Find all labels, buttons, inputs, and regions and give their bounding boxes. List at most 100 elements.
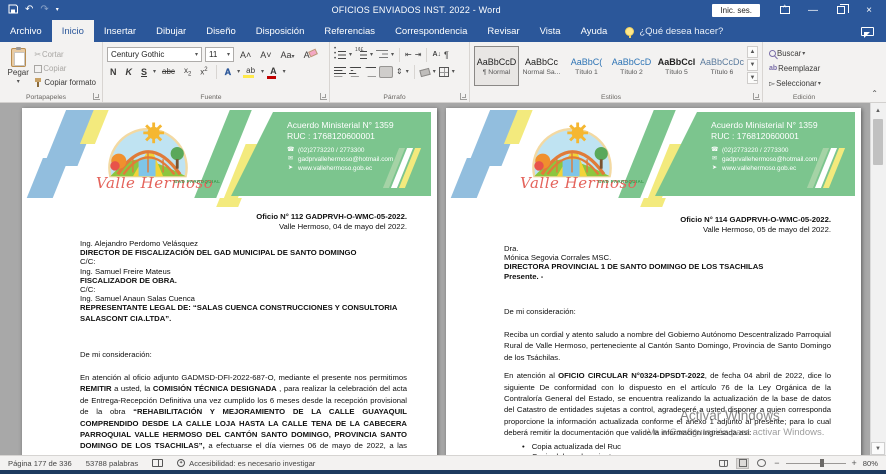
tab-vista[interactable]: Vista [530,20,571,42]
font-dialog-launcher-icon[interactable] [320,93,327,100]
word-count[interactable]: 53788 palabras [86,459,138,468]
proofing-icon[interactable] [152,459,163,467]
replace-button[interactable]: ab Reemplazar [767,62,851,75]
status-bar: Página 177 de 336 53788 palabras ✦ Acces… [0,455,886,470]
ribbon-display-options-icon[interactable] [772,1,798,19]
collapse-ribbon-icon[interactable]: ⌃ [871,89,878,98]
oficio-number: Oficio N° 112 GADPRVH-O-WMC-05-2022. [256,212,407,221]
save-icon[interactable] [8,4,18,17]
sort-icon[interactable]: A↓ [432,51,441,58]
paste-caret-icon[interactable]: ▾ [17,78,20,85]
find-button[interactable]: Buscar▾ [767,47,851,60]
styles-scroll-up-icon[interactable]: ▲ [747,46,758,58]
tab-diseno[interactable]: Diseño [196,20,246,42]
tab-archivo[interactable]: Archivo [0,20,52,42]
zoom-slider-thumb[interactable] [820,459,824,467]
tab-inicio[interactable]: Inicio [52,20,94,42]
superscript-button[interactable]: x2 [197,66,210,78]
zoom-out-icon[interactable]: − [774,458,779,468]
style-normal[interactable]: AaBbCcD ¶ Normal [474,46,519,86]
document-canvas[interactable]: Acuerdo Ministerial N° 1359 RUC : 176812… [0,103,886,455]
line-spacing-icon[interactable]: ⇕ [396,67,403,76]
styles-dialog-launcher-icon[interactable] [753,93,760,100]
styles-scroll-down-icon[interactable]: ▼ [747,59,758,71]
tab-referencias[interactable]: Referencias [314,20,385,42]
format-painter-button[interactable]: Copiar formato [32,76,98,89]
select-button[interactable]: ▻ Seleccionar▾ [767,77,851,90]
borders-icon[interactable] [439,67,449,77]
read-mode-icon[interactable] [717,458,730,469]
scrollbar-thumb[interactable] [873,119,883,165]
subscript-button[interactable]: x2 [181,65,194,79]
font-family-combo[interactable]: Century Gothic▾ [107,47,202,62]
justify-icon[interactable] [379,66,393,78]
tab-dibujar[interactable]: Dibujar [146,20,196,42]
change-case-button[interactable]: Aa▾ [278,49,298,61]
highlight-color-button[interactable]: ab [243,65,258,78]
decrease-indent-icon[interactable]: ⇤ [405,50,412,59]
copy-button[interactable]: Copiar [32,62,98,75]
print-layout-icon[interactable] [736,458,749,469]
style-titulo-2[interactable]: AaBbCcD Título 2 [609,46,654,86]
restore-button[interactable] [828,1,854,19]
style-titulo-5[interactable]: AaBbCcl Título 5 [654,46,699,86]
zoom-slider[interactable] [786,463,846,464]
close-button[interactable]: × [856,1,882,19]
tab-correspondencia[interactable]: Correspondencia [385,20,477,42]
numbering-icon[interactable] [355,50,367,60]
tab-disposicion[interactable]: Disposición [246,20,315,42]
paragraph-dialog-launcher-icon[interactable] [460,93,467,100]
letter-content-2[interactable]: Oficio N° 114 GADPRVH-O-WMC-05-2022. Val… [504,108,831,455]
underline-button[interactable]: S [138,66,150,78]
bullets-icon[interactable] [334,50,346,60]
web-layout-icon[interactable] [755,458,768,469]
redo-icon[interactable]: ↷ [40,5,48,15]
shrink-font-button[interactable]: A˅ [257,49,274,61]
zoom-level[interactable]: 80% [863,459,878,468]
scroll-up-icon[interactable]: ▲ [871,104,885,117]
undo-icon[interactable]: ↶ [25,5,33,15]
minimize-button[interactable]: — [800,1,826,19]
tab-revisar[interactable]: Revisar [477,20,529,42]
group-label-font: Fuente [103,94,319,101]
accessibility-status[interactable]: ✦ Accesibilidad: es necesario investigar [177,459,315,468]
tab-insertar[interactable]: Insertar [94,20,146,42]
shading-icon[interactable] [419,68,430,77]
comments-icon[interactable] [861,27,874,36]
tell-me-box[interactable]: ¿Qué desea hacer? [617,20,731,42]
group-clipboard: Pegar ▾ ✂ Cortar Copiar Copiar formato P… [0,42,103,102]
text-effects-button[interactable]: A [222,66,235,78]
paste-button[interactable]: Pegar ▾ [4,46,32,89]
cut-button[interactable]: ✂ Cortar [32,48,98,61]
customize-qat-icon[interactable]: ▾ [56,5,59,15]
document-page-2[interactable]: Acuerdo Ministerial N° 1359 RUC : 176812… [446,108,861,455]
increase-indent-icon[interactable]: ⇥ [415,50,422,59]
underline-caret-icon[interactable]: ▾ [153,68,156,75]
zoom-in-icon[interactable]: + [852,458,857,468]
clipboard-dialog-launcher-icon[interactable] [93,93,100,100]
align-right-icon[interactable] [364,67,376,77]
strikethrough-button[interactable]: abc [159,66,178,77]
styles-more-icon[interactable]: ▼̲ [747,72,758,84]
style-titulo-6[interactable]: AaBbCcDc Título 6 [699,46,745,86]
italic-button[interactable]: K [123,66,136,78]
align-left-icon[interactable] [334,67,346,77]
scroll-down-icon[interactable]: ▼ [871,442,885,455]
style-normal-sa[interactable]: AaBbCc Normal Sa... [519,46,564,86]
tab-ayuda[interactable]: Ayuda [571,20,618,42]
style-titulo-1[interactable]: AaBbC( Título 1 [564,46,609,86]
vertical-scrollbar[interactable]: ▲ ▼ [870,103,886,455]
align-center-icon[interactable] [349,67,361,77]
paste-icon [11,48,26,67]
font-size-combo[interactable]: 11▾ [205,47,234,62]
document-page-1[interactable]: Acuerdo Ministerial N° 1359 RUC : 176812… [22,108,437,455]
clear-formatting-button[interactable]: A [301,49,313,61]
show-marks-icon[interactable]: ¶ [444,50,449,60]
multilevel-list-icon[interactable] [376,50,388,60]
bold-button[interactable]: N [107,66,120,78]
sign-in-button[interactable]: Inic. ses. [712,4,760,17]
font-color-button[interactable]: A [267,65,280,79]
page-indicator[interactable]: Página 177 de 336 [8,459,72,468]
letter-content-1[interactable]: Oficio N° 112 GADPRVH-O-WMC-05-2022. Val… [80,108,407,455]
grow-font-button[interactable]: A˄ [237,49,254,61]
